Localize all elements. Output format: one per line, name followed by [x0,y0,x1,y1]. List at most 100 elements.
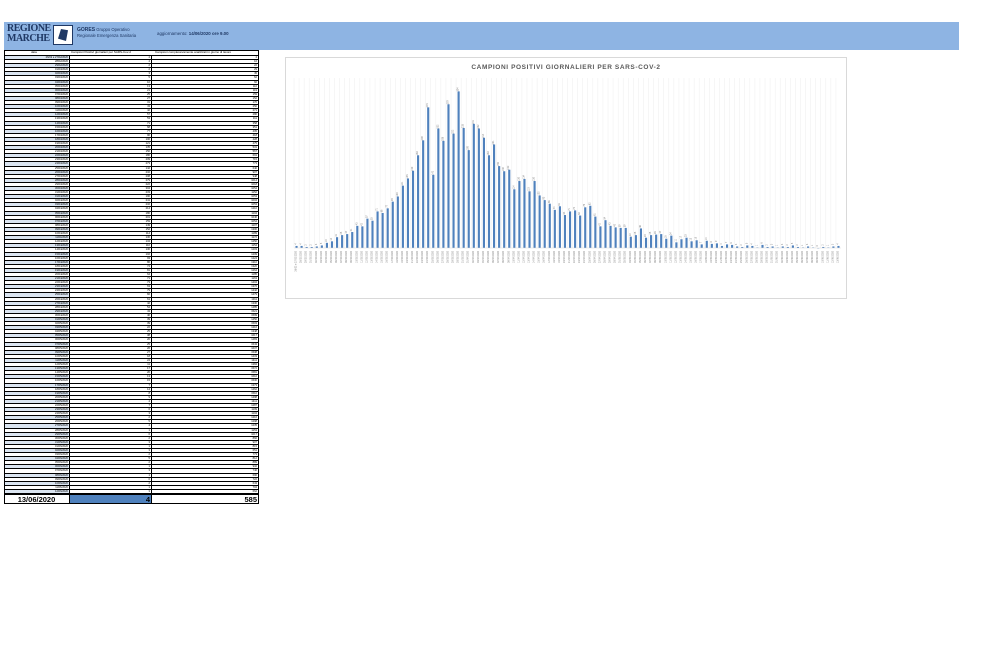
x-tick-label: 15/03/2020 [381,250,384,263]
cell-analyzed: 932 [252,465,257,469]
cell-date: 05/05/2020 [5,334,70,338]
cell-analyzed: 1581 [251,371,257,375]
cell-positives: 9 [70,395,152,399]
cell-date: 30/03/2020 [5,187,70,191]
data-label: 14 [705,237,708,240]
bar [584,207,587,248]
data-label: 9 [715,240,718,242]
bar [361,226,364,248]
data-label: 130 [533,176,536,181]
cell-analyzed: 691 [252,154,257,158]
cell-analyzed: 405 [252,129,257,133]
data-label: 8 [710,241,713,243]
x-tick-label: 24/03/2020 [426,250,429,263]
cell-date: 17/05/2020 [5,383,70,387]
cell-date: 27/03/2020 [5,174,70,178]
cell-date: 11/03/2020 [5,109,70,113]
bar [396,196,399,248]
cell-positives: 15 [70,379,152,383]
data-label: 43 [609,222,612,225]
bar [467,150,470,248]
cell-analyzed: 1483 [251,338,257,342]
bar [498,166,501,248]
cell-analyzed: 1216 [251,416,257,420]
cell-analyzed: 1404 [251,281,257,285]
cell-analyzed: 1104 [251,211,257,215]
cell-analyzed: 16 [254,60,257,64]
data-label: 10 [325,239,328,242]
table-body: 26/02 e 27/02/2020 4 4 28/02/2020 4 16 29/02/2… [4,56,259,495]
cell-analyzed: 1373 [251,383,257,387]
cell-positives: 68 [70,125,152,129]
cell-date: 13/05/2020 [5,367,70,371]
x-tick-label: 10/04/2020 [512,250,515,263]
cell-positives: 7 [70,403,152,408]
cell-date: 02/06/2020 [5,449,70,453]
cell-positives: 214 [70,207,152,211]
bar [720,245,724,248]
data-label: 241 [472,119,475,124]
x-tick-label: 15/04/2020 [538,250,541,263]
cell-positives: 20 [70,371,152,375]
region-map-icon [53,25,73,45]
cell-date: 09/03/2020 [5,101,70,105]
cell-positives: 4 [70,60,152,64]
x-tick-label: 15/05/2020 [690,250,693,263]
cell-date: 07/03/2020 [5,92,70,96]
cell-date: 17/04/2020 [5,260,70,264]
cell-positives: 3 [70,489,152,494]
cell-date: 23/05/2020 [5,408,70,412]
cell-positives: 5 [70,457,152,461]
cell-analyzed: 948 [252,174,257,178]
cell-positives: 18 [70,354,152,358]
data-label: 13 [690,237,693,240]
cell-date: 29/03/2020 [5,182,70,186]
x-tick-label: 01/06/2020 [776,250,779,263]
bar [300,245,303,248]
bar [482,137,485,248]
data-label: 222 [452,129,455,134]
data-label: 21 [335,233,338,236]
data-label: 121 [401,181,404,186]
data-label: 24 [669,232,672,235]
cell-analyzed: 1348 [251,330,257,334]
cell-positives: 4 [70,399,152,403]
data-label: 232 [477,124,480,129]
cell-analyzed: 280 [252,113,257,117]
data-label: 90 [391,198,394,201]
cell-positives: 130 [70,248,152,252]
cell-date: 16/03/2020 [5,129,70,133]
cell-date: 18/05/2020 [5,387,70,391]
x-tick-label: 25/04/2020 [588,250,591,263]
data-label: 26 [654,231,657,234]
cell-analyzed: 1450 [251,318,257,321]
column-header-positives: Campioni Positivi giornalieri per SARS-C… [71,50,132,54]
cell-analyzed: 1216 [251,326,257,330]
bar [508,169,511,248]
cell-date: 04/04/2020 [5,207,70,211]
cell-positives: 2 [70,416,152,420]
cell-positives: 8 [70,391,152,395]
bar [341,235,344,248]
x-tick-label: 10/03/2020 [355,250,358,263]
data-label: 31 [350,228,353,231]
x-tick-label: 30/05/2020 [766,250,769,263]
cell-analyzed: 1530 [251,379,257,383]
data-label: 13 [330,237,333,240]
data-label: 3 [735,243,738,245]
bar [619,227,622,248]
cell-positives: 5 [70,420,152,424]
data-label: 3 [806,243,809,245]
total-analyzed: 585 [244,495,257,505]
x-tick-label: 09/06/2020 [816,250,819,263]
bar [513,189,516,248]
cell-positives: 208 [70,174,152,178]
cell-positives: 241 [70,199,152,203]
data-label: 209 [421,136,424,141]
data-label: 6 [760,242,763,244]
bar [538,195,541,248]
x-tick-label: 22/05/2020 [725,250,728,263]
cell-positives: 54 [70,305,152,309]
bar [447,104,450,248]
data-label: 180 [416,151,419,156]
